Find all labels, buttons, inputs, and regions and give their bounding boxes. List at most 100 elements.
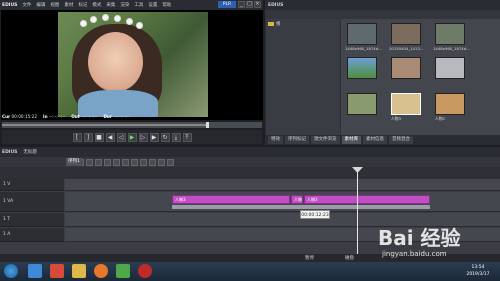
playhead-line[interactable]: [357, 167, 358, 262]
track-label: 1 A: [3, 232, 11, 237]
app-brand: EDIUS: [2, 2, 18, 8]
tab-source-browser[interactable]: 源文件浏览: [311, 136, 340, 144]
loop-icon[interactable]: ↻: [160, 132, 170, 142]
clip-thumb[interactable]: [435, 23, 465, 45]
close-icon[interactable]: ×: [254, 1, 261, 8]
timeline-titlebar: EDIUS 无标题: [0, 147, 500, 157]
clip-thumb-selected[interactable]: [391, 93, 421, 115]
clip-caption: 1448x960_1874d...: [345, 46, 382, 51]
clip-thumb[interactable]: [435, 57, 465, 79]
maximize-icon[interactable]: □: [246, 1, 253, 8]
app-icon[interactable]: [50, 264, 64, 278]
sequence-tab[interactable]: 序列1: [66, 158, 82, 166]
menu-tools[interactable]: 工具: [134, 2, 143, 8]
copy-icon[interactable]: [122, 158, 129, 166]
insert-icon[interactable]: ⤓: [171, 132, 181, 142]
overwrite-icon[interactable]: ⤒: [182, 132, 192, 142]
clock-date: 2019/3/17: [466, 272, 490, 277]
set-out-icon[interactable]: ]: [83, 132, 93, 142]
menu-file[interactable]: 文件: [22, 2, 31, 8]
tab-bin[interactable]: 素材库: [341, 136, 361, 144]
cur-label: Cur: [2, 113, 11, 119]
scrubber-handle[interactable]: [206, 122, 210, 128]
menu-render[interactable]: 渲染: [120, 2, 129, 8]
face-shape: [88, 32, 143, 92]
plr-toggle[interactable]: PLR: [218, 1, 236, 8]
record-icon[interactable]: [138, 264, 152, 278]
undo-icon[interactable]: [95, 158, 102, 166]
disk-status: 磁盘: [345, 256, 354, 261]
clip-thumb[interactable]: [391, 23, 421, 45]
baidu-watermark: Bai 经验: [378, 226, 461, 250]
start-icon[interactable]: [4, 264, 18, 278]
timeline-clip[interactable]: 人物3: [172, 195, 290, 204]
menu-view[interactable]: 视图: [50, 2, 59, 8]
track-label: 1 T: [3, 217, 11, 222]
flower-icon: [126, 18, 133, 25]
minimize-icon[interactable]: _: [238, 1, 245, 8]
cur-time: 00:00:15:22: [11, 113, 38, 119]
folder-icon: [268, 22, 274, 26]
clip-thumb[interactable]: [347, 93, 377, 115]
clip-thumb[interactable]: [391, 57, 421, 79]
tab-seq-markers[interactable]: 序列标记: [285, 136, 309, 144]
sync-icon[interactable]: [167, 158, 174, 166]
folder-icon[interactable]: [72, 264, 86, 278]
rewind-icon[interactable]: ◀: [105, 132, 115, 142]
player-scrubber[interactable]: [2, 122, 262, 128]
play-icon[interactable]: ▶: [127, 132, 137, 142]
out-label: Out: [71, 113, 80, 119]
timecode-bar: Cur 00:00:15:22 In --:--:--:-- Out --:--…: [2, 112, 262, 120]
menu-capture[interactable]: 采集: [106, 2, 115, 8]
clip-thumb[interactable]: [347, 23, 377, 45]
paste-icon[interactable]: [131, 158, 138, 166]
menu-marker[interactable]: 标记: [78, 2, 87, 8]
track-label: 1 V: [3, 182, 11, 187]
folder-tree: 根: [266, 19, 340, 135]
firefox-icon[interactable]: [94, 264, 108, 278]
in-label: In: [43, 113, 48, 119]
track-header-a[interactable]: 1 A: [0, 228, 64, 242]
step-back-icon[interactable]: ◁: [116, 132, 126, 142]
bin-toolbar: [265, 10, 500, 19]
menu-mode[interactable]: 模式: [92, 2, 101, 8]
flower-icon: [90, 16, 97, 23]
track-header-v[interactable]: 1 V: [0, 179, 64, 191]
system-clock: 13:54 2019/3/17: [458, 264, 498, 278]
audio-waveform[interactable]: [172, 205, 430, 209]
ripple-icon[interactable]: [149, 158, 156, 166]
fast-forward-icon[interactable]: ▶: [149, 132, 159, 142]
clip-caption: 20150404_1413...: [389, 46, 424, 51]
edius-icon[interactable]: [116, 264, 130, 278]
ie-icon[interactable]: [28, 264, 42, 278]
clock-time: 13:54: [471, 265, 485, 270]
timeline-clip[interactable]: 人物3: [291, 195, 303, 204]
step-forward-icon[interactable]: ▷: [138, 132, 148, 142]
save-icon[interactable]: [86, 158, 93, 166]
timeline-clip[interactable]: 人物3: [304, 195, 430, 204]
out-time: --:--:--:--: [81, 113, 98, 119]
stop-icon[interactable]: ■: [94, 132, 104, 142]
bin-titlebar: EDIUS: [265, 0, 500, 10]
menu-clip[interactable]: 素材: [64, 2, 73, 8]
track-header-t[interactable]: 1 T: [0, 213, 64, 227]
tab-clip-info[interactable]: 素材信息: [363, 136, 387, 144]
timeline-app-title: EDIUS: [2, 149, 18, 155]
tab-audio-mixer[interactable]: 音频混合: [389, 136, 413, 144]
menu-help[interactable]: 帮助: [162, 2, 171, 8]
clip-caption: 人物2: [435, 116, 446, 121]
cut-icon[interactable]: [113, 158, 120, 166]
track-lane[interactable]: [65, 179, 500, 191]
snap-icon[interactable]: [158, 158, 165, 166]
folder-root[interactable]: 根: [276, 21, 281, 27]
track-header-va[interactable]: 1 VA: [0, 192, 64, 212]
timeline-ruler[interactable]: [0, 167, 500, 179]
redo-icon[interactable]: [104, 158, 111, 166]
tab-effects[interactable]: 特效: [268, 136, 283, 144]
clip-thumb[interactable]: [435, 93, 465, 115]
set-in-icon[interactable]: [: [72, 132, 82, 142]
clip-thumb[interactable]: [347, 57, 377, 79]
delete-icon[interactable]: [140, 158, 147, 166]
menu-edit[interactable]: 编辑: [36, 2, 45, 8]
menu-settings[interactable]: 设置: [148, 2, 157, 8]
